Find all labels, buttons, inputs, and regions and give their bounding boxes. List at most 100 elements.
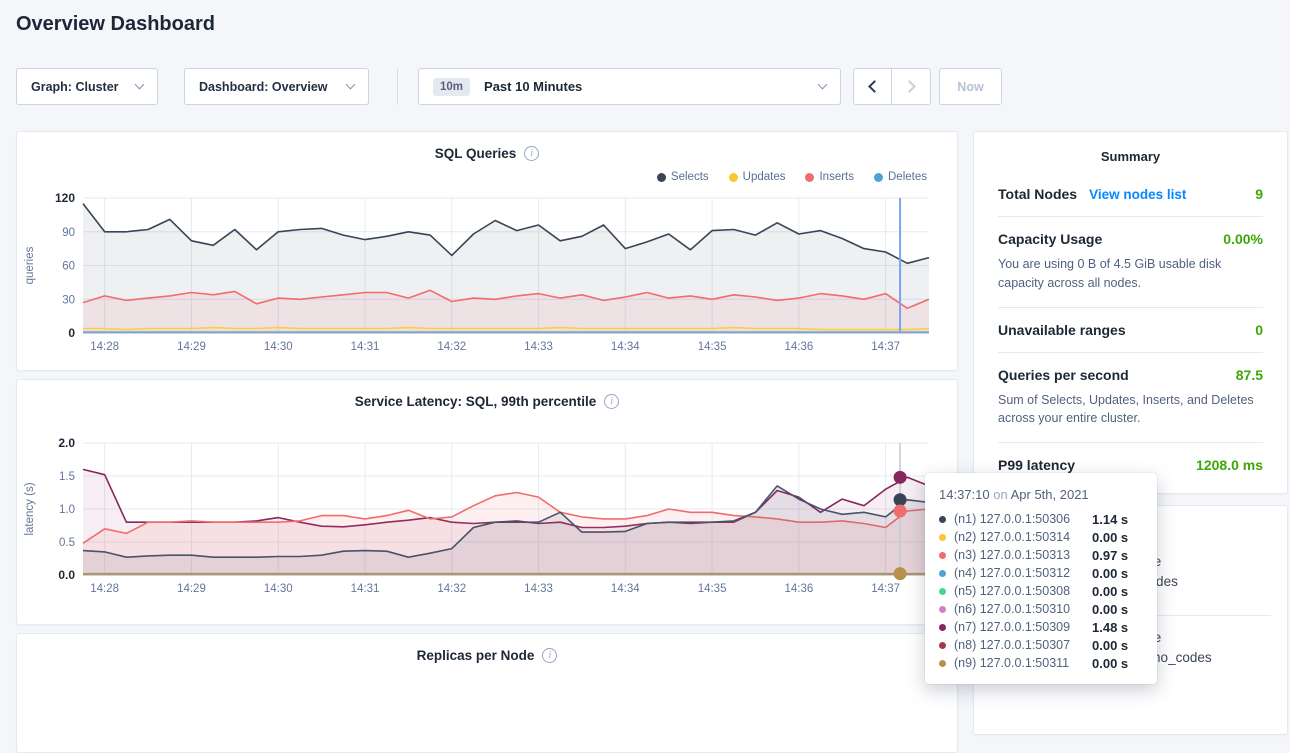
- tooltip-node-value: 0.00 s: [1092, 566, 1128, 581]
- svg-text:14:34: 14:34: [611, 583, 640, 595]
- sql-queries-chart[interactable]: 030609012014:2814:2914:3014:3114:3214:33…: [17, 185, 957, 357]
- series-dot-icon: [939, 552, 946, 559]
- tooltip-node-address: (n7) 127.0.0.1:50309: [954, 620, 1084, 634]
- svg-text:14:31: 14:31: [351, 341, 380, 353]
- legend-dot-icon: [657, 173, 666, 182]
- tooltip-row: (n7) 127.0.0.1:503091.48 s: [939, 618, 1143, 636]
- svg-text:14:37: 14:37: [871, 583, 900, 595]
- tooltip-node-value: 0.00 s: [1092, 584, 1128, 599]
- series-dot-icon: [939, 588, 946, 595]
- replicas-per-node-panel: Replicas per Node i: [16, 633, 958, 753]
- now-button[interactable]: Now: [939, 68, 1002, 105]
- time-nav-group: [853, 68, 931, 105]
- legend-dot-icon: [729, 173, 738, 182]
- info-icon[interactable]: i: [604, 394, 619, 409]
- info-icon[interactable]: i: [524, 146, 539, 161]
- legend-label: Selects: [671, 171, 709, 183]
- svg-text:14:35: 14:35: [698, 341, 727, 353]
- chart-title: Service Latency: SQL, 99th percentile: [355, 394, 597, 409]
- sql-legend: SelectsUpdatesInsertsDeletes: [17, 169, 957, 185]
- chevron-left-icon: [868, 80, 881, 93]
- chevron-down-icon: [346, 80, 356, 90]
- svg-text:14:33: 14:33: [524, 583, 553, 595]
- legend-dot-icon: [805, 173, 814, 182]
- legend-dot-icon: [874, 173, 883, 182]
- tooltip-timestamp: 14:37:10 on Apr 5th, 2021: [939, 487, 1143, 502]
- tooltip-node-value: 0.00 s: [1092, 656, 1128, 671]
- info-icon[interactable]: i: [542, 648, 557, 663]
- svg-text:14:29: 14:29: [177, 583, 206, 595]
- tooltip-node-value: 0.00 s: [1092, 530, 1128, 545]
- p99-latency-label: P99 latency: [998, 457, 1075, 473]
- legend-item: Selects: [657, 171, 709, 183]
- total-nodes-section: Total Nodes View nodes list 9: [998, 178, 1263, 216]
- tooltip-rows: (n1) 127.0.0.1:50306 1.14 s(n2) 127.0.0.1…: [939, 510, 1143, 672]
- svg-text:14:37: 14:37: [871, 341, 900, 353]
- overview-dashboard-page: Overview Dashboard Graph: Cluster Dashbo…: [0, 0, 1290, 689]
- time-range-badge: 10m: [433, 78, 470, 96]
- svg-text:14:32: 14:32: [437, 583, 466, 595]
- svg-text:120: 120: [55, 191, 75, 205]
- svg-text:14:30: 14:30: [264, 341, 293, 353]
- tooltip-time: 14:37:10: [939, 487, 990, 502]
- series-dot-icon: [939, 570, 946, 577]
- sql-queries-panel: SQL Queries i SelectsUpdatesInsertsDelet…: [16, 131, 958, 371]
- qps-label: Queries per second: [998, 367, 1129, 383]
- tooltip-node-value: 0.00 s: [1092, 638, 1128, 653]
- svg-text:14:28: 14:28: [90, 583, 119, 595]
- legend-label: Updates: [743, 171, 786, 183]
- svg-text:queries: queries: [24, 246, 36, 284]
- svg-text:14:33: 14:33: [524, 341, 553, 353]
- tooltip-row: (n1) 127.0.0.1:50306 1.14 s: [939, 510, 1143, 528]
- tooltip-node-address: (n1) 127.0.0.1:50306: [954, 512, 1084, 526]
- svg-text:0.5: 0.5: [59, 537, 75, 549]
- capacity-label: Capacity Usage: [998, 231, 1102, 247]
- unavailable-ranges-label: Unavailable ranges: [998, 322, 1126, 338]
- service-latency-panel: Service Latency: SQL, 99th percentile i …: [16, 379, 958, 625]
- unavailable-ranges-value: 0: [1255, 322, 1263, 338]
- graph-dropdown[interactable]: Graph: Cluster: [16, 68, 158, 105]
- next-range-button[interactable]: [892, 68, 931, 105]
- svg-text:14:28: 14:28: [90, 341, 119, 353]
- capacity-description: You are using 0 B of 4.5 GiB usable disk…: [998, 255, 1263, 293]
- tooltip-node-address: (n3) 127.0.0.1:50313: [954, 548, 1084, 562]
- chart-title: SQL Queries: [435, 146, 517, 161]
- svg-text:14:31: 14:31: [351, 583, 380, 595]
- svg-text:1.0: 1.0: [59, 504, 75, 516]
- unavailable-ranges-section: Unavailable ranges 0: [998, 307, 1263, 352]
- svg-text:2.0: 2.0: [58, 437, 75, 450]
- tooltip-node-value: 1.14 s: [1092, 512, 1128, 527]
- series-dot-icon: [939, 624, 946, 631]
- service-latency-chart[interactable]: 0.0 0.5 1.0 1.5 2.0 14:28 14:29 14:30 14:31 14:32…: [17, 437, 957, 606]
- tooltip-node-address: (n8) 127.0.0.1:50307: [954, 638, 1084, 652]
- qps-value: 87.5: [1236, 367, 1263, 383]
- tooltip-node-address: (n6) 127.0.0.1:50310: [954, 602, 1084, 616]
- time-range-picker[interactable]: 10m Past 10 Minutes: [418, 68, 841, 105]
- dashboard-dropdown[interactable]: Dashboard: Overview: [184, 68, 369, 105]
- tooltip-node-value: 0.00 s: [1092, 602, 1128, 617]
- chevron-down-icon: [818, 80, 828, 90]
- tooltip-node-value: 0.97 s: [1092, 548, 1128, 563]
- tooltip-row: (n6) 127.0.0.1:50310 0.00 s: [939, 600, 1143, 618]
- svg-text:0.0: 0.0: [58, 568, 75, 582]
- time-range-label: Past 10 Minutes: [484, 79, 819, 94]
- total-nodes-value: 9: [1255, 186, 1263, 202]
- controls-divider: [397, 68, 398, 105]
- tooltip-row: (n2) 127.0.0.1:503140.00 s: [939, 528, 1143, 546]
- hover-tooltip: 14:37:10 on Apr 5th, 2021 (n1) 127.0.0.1…: [925, 473, 1157, 684]
- dashboard-dropdown-label: Dashboard: Overview: [199, 80, 328, 94]
- prev-range-button[interactable]: [853, 68, 892, 105]
- view-nodes-link[interactable]: View nodes list: [1089, 187, 1186, 202]
- svg-text:1.5: 1.5: [59, 471, 75, 483]
- series-dot-icon: [939, 642, 946, 649]
- series-dot-icon: [939, 534, 946, 541]
- svg-text:14:30: 14:30: [264, 583, 293, 595]
- chevron-down-icon: [135, 80, 145, 90]
- summary-heading: Summary: [974, 132, 1287, 164]
- tooltip-node-address: (n5) 127.0.0.1:50308: [954, 584, 1084, 598]
- chart-title: Replicas per Node: [417, 648, 535, 663]
- legend-item: Inserts: [805, 171, 854, 183]
- dashboard-controls: Graph: Cluster Dashboard: Overview 10m P…: [16, 68, 1002, 105]
- svg-text:14:36: 14:36: [784, 583, 813, 595]
- series-dot-icon: [939, 606, 946, 613]
